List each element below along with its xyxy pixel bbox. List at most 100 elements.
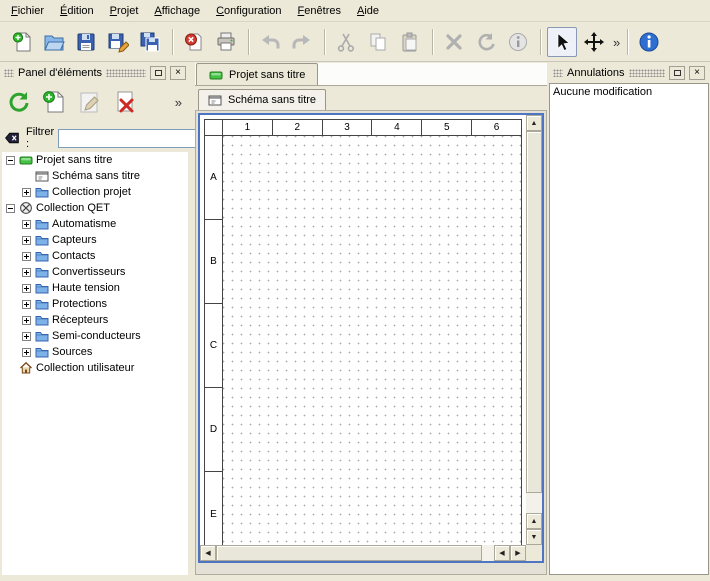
tree-item-semi-conducteurs[interactable]: Semi-conducteurs — [2, 328, 188, 344]
expand-icon[interactable] — [22, 188, 31, 197]
save-button[interactable] — [71, 27, 101, 57]
tree-item-automatisme[interactable]: Automatisme — [2, 216, 188, 232]
row-header: E — [205, 472, 222, 545]
rotate-button[interactable] — [471, 27, 501, 57]
horizontal-scrollbar[interactable]: ◀ ◀ ▶ — [200, 545, 526, 561]
toolbar-separator — [627, 29, 629, 55]
tree-item-collection-projet[interactable]: Collection projet — [2, 184, 188, 200]
elements-panel-header[interactable]: Panel d'éléments × — [2, 65, 188, 81]
folder-icon — [35, 297, 52, 311]
toolbar-overflow-button[interactable]: » — [611, 35, 622, 50]
expand-icon[interactable] — [22, 252, 31, 261]
menu-affichage[interactable]: Affichage — [146, 1, 208, 21]
delete-button[interactable] — [439, 27, 469, 57]
menu-projet[interactable]: Projet — [102, 1, 147, 21]
open-file-button[interactable] — [39, 27, 69, 57]
new-element-button[interactable] — [38, 86, 70, 118]
menu-fichier[interactable]: Fichier — [3, 1, 52, 21]
close-file-button[interactable] — [179, 27, 209, 57]
up-arrow-icon: ▲ — [531, 518, 538, 525]
menu-configuration[interactable]: Configuration — [208, 1, 289, 21]
tree-item-project[interactable]: Projet sans titre — [2, 152, 188, 168]
tree-item-contacts[interactable]: Contacts — [2, 248, 188, 264]
paste-button[interactable] — [395, 27, 425, 57]
tree-item-haute-tension[interactable]: Haute tension — [2, 280, 188, 296]
vertical-scrollbar-thumb[interactable] — [526, 131, 542, 493]
schema-icon — [208, 93, 222, 107]
project-icon — [209, 68, 223, 82]
scroll-up-button[interactable]: ▲ — [526, 115, 542, 131]
collapse-icon[interactable] — [6, 156, 15, 165]
scroll-left-button-alt[interactable]: ◀ — [494, 545, 510, 561]
menu-aide[interactable]: Aide — [349, 1, 387, 21]
save-as-button[interactable] — [103, 27, 133, 57]
expand-icon[interactable] — [22, 316, 31, 325]
scroll-down-button[interactable]: ▼ — [526, 529, 542, 545]
reload-collections-button[interactable] — [2, 86, 34, 118]
schema-tab[interactable]: Schéma sans titre — [198, 89, 326, 110]
expand-icon[interactable] — [22, 300, 31, 309]
print-button[interactable] — [211, 27, 241, 57]
expand-icon[interactable] — [22, 348, 31, 357]
rotate-icon — [475, 31, 497, 53]
cut-icon — [335, 31, 357, 53]
float-panel-button[interactable] — [669, 66, 685, 80]
close-panel-button[interactable]: × — [689, 66, 705, 80]
expand-icon[interactable] — [22, 220, 31, 229]
expand-icon[interactable] — [22, 268, 31, 277]
elements-panel-title: Panel d'éléments — [18, 67, 102, 79]
tree-item-protections[interactable]: Protections — [2, 296, 188, 312]
save-as-icon — [107, 31, 129, 53]
tree-item-label: Collection QET — [36, 202, 110, 214]
delete-element-button[interactable] — [110, 86, 142, 118]
schema-frame: 1 2 3 4 5 6 A B C D E — [204, 119, 522, 545]
pan-mode-button[interactable] — [579, 27, 609, 57]
scroll-left-button[interactable]: ◀ — [200, 545, 216, 561]
select-mode-button[interactable] — [547, 27, 577, 57]
scroll-right-button[interactable]: ▶ — [510, 545, 526, 561]
menu-fenetres[interactable]: Fenêtres — [290, 1, 349, 21]
collapse-icon[interactable] — [6, 204, 15, 213]
tree-item-recepteurs[interactable]: Récepteurs — [2, 312, 188, 328]
float-panel-button[interactable] — [150, 66, 166, 80]
vertical-scrollbar[interactable]: ▲ ▲ ▼ — [526, 115, 542, 545]
tree-item-schema[interactable]: Schéma sans titre — [2, 168, 188, 184]
undo-button[interactable] — [255, 27, 285, 57]
panel-toolbar-overflow-button[interactable]: » — [173, 95, 184, 110]
menu-edition[interactable]: Édition — [52, 1, 102, 21]
cut-button[interactable] — [331, 27, 361, 57]
row-header: D — [205, 388, 222, 472]
project-tab[interactable]: Projet sans titre — [196, 63, 318, 85]
schema-grid-canvas[interactable] — [223, 136, 521, 545]
edit-element-button[interactable] — [74, 86, 106, 118]
expand-icon[interactable] — [22, 332, 31, 341]
tree-item-label: Récepteurs — [52, 314, 108, 326]
row-header: B — [205, 220, 222, 304]
new-file-button[interactable] — [7, 27, 37, 57]
menu-bar: Fichier Édition Projet Affichage Configu… — [0, 0, 710, 22]
tree-item-collection-qet[interactable]: Collection QET — [2, 200, 188, 216]
save-all-button[interactable] — [135, 27, 165, 57]
filter-input[interactable] — [58, 129, 208, 148]
tree-item-sources[interactable]: Sources — [2, 344, 188, 360]
tree-item-capteurs[interactable]: Capteurs — [2, 232, 188, 248]
ruler-corner — [205, 120, 223, 135]
about-button[interactable] — [634, 27, 664, 57]
horizontal-scrollbar-thumb[interactable] — [216, 545, 482, 561]
move-icon — [583, 31, 605, 53]
close-panel-button[interactable]: × — [170, 66, 186, 80]
redo-button[interactable] — [287, 27, 317, 57]
undo-icon — [259, 31, 281, 53]
expand-icon[interactable] — [22, 284, 31, 293]
tree-item-collection-utilisateur[interactable]: Collection utilisateur — [2, 360, 188, 376]
close-icon: × — [175, 68, 181, 78]
copy-button[interactable] — [363, 27, 393, 57]
undo-panel-header[interactable]: Annulations × — [551, 65, 707, 81]
elements-tree: Projet sans titre Schéma sans titre Coll… — [2, 152, 188, 575]
object-info-button[interactable] — [503, 27, 533, 57]
schema-view[interactable]: 1 2 3 4 5 6 A B C D E — [200, 115, 526, 545]
scroll-up-button-alt[interactable]: ▲ — [526, 513, 542, 529]
expand-icon[interactable] — [22, 236, 31, 245]
tree-item-convertisseurs[interactable]: Convertisseurs — [2, 264, 188, 280]
clear-filter-button[interactable] — [2, 128, 22, 148]
